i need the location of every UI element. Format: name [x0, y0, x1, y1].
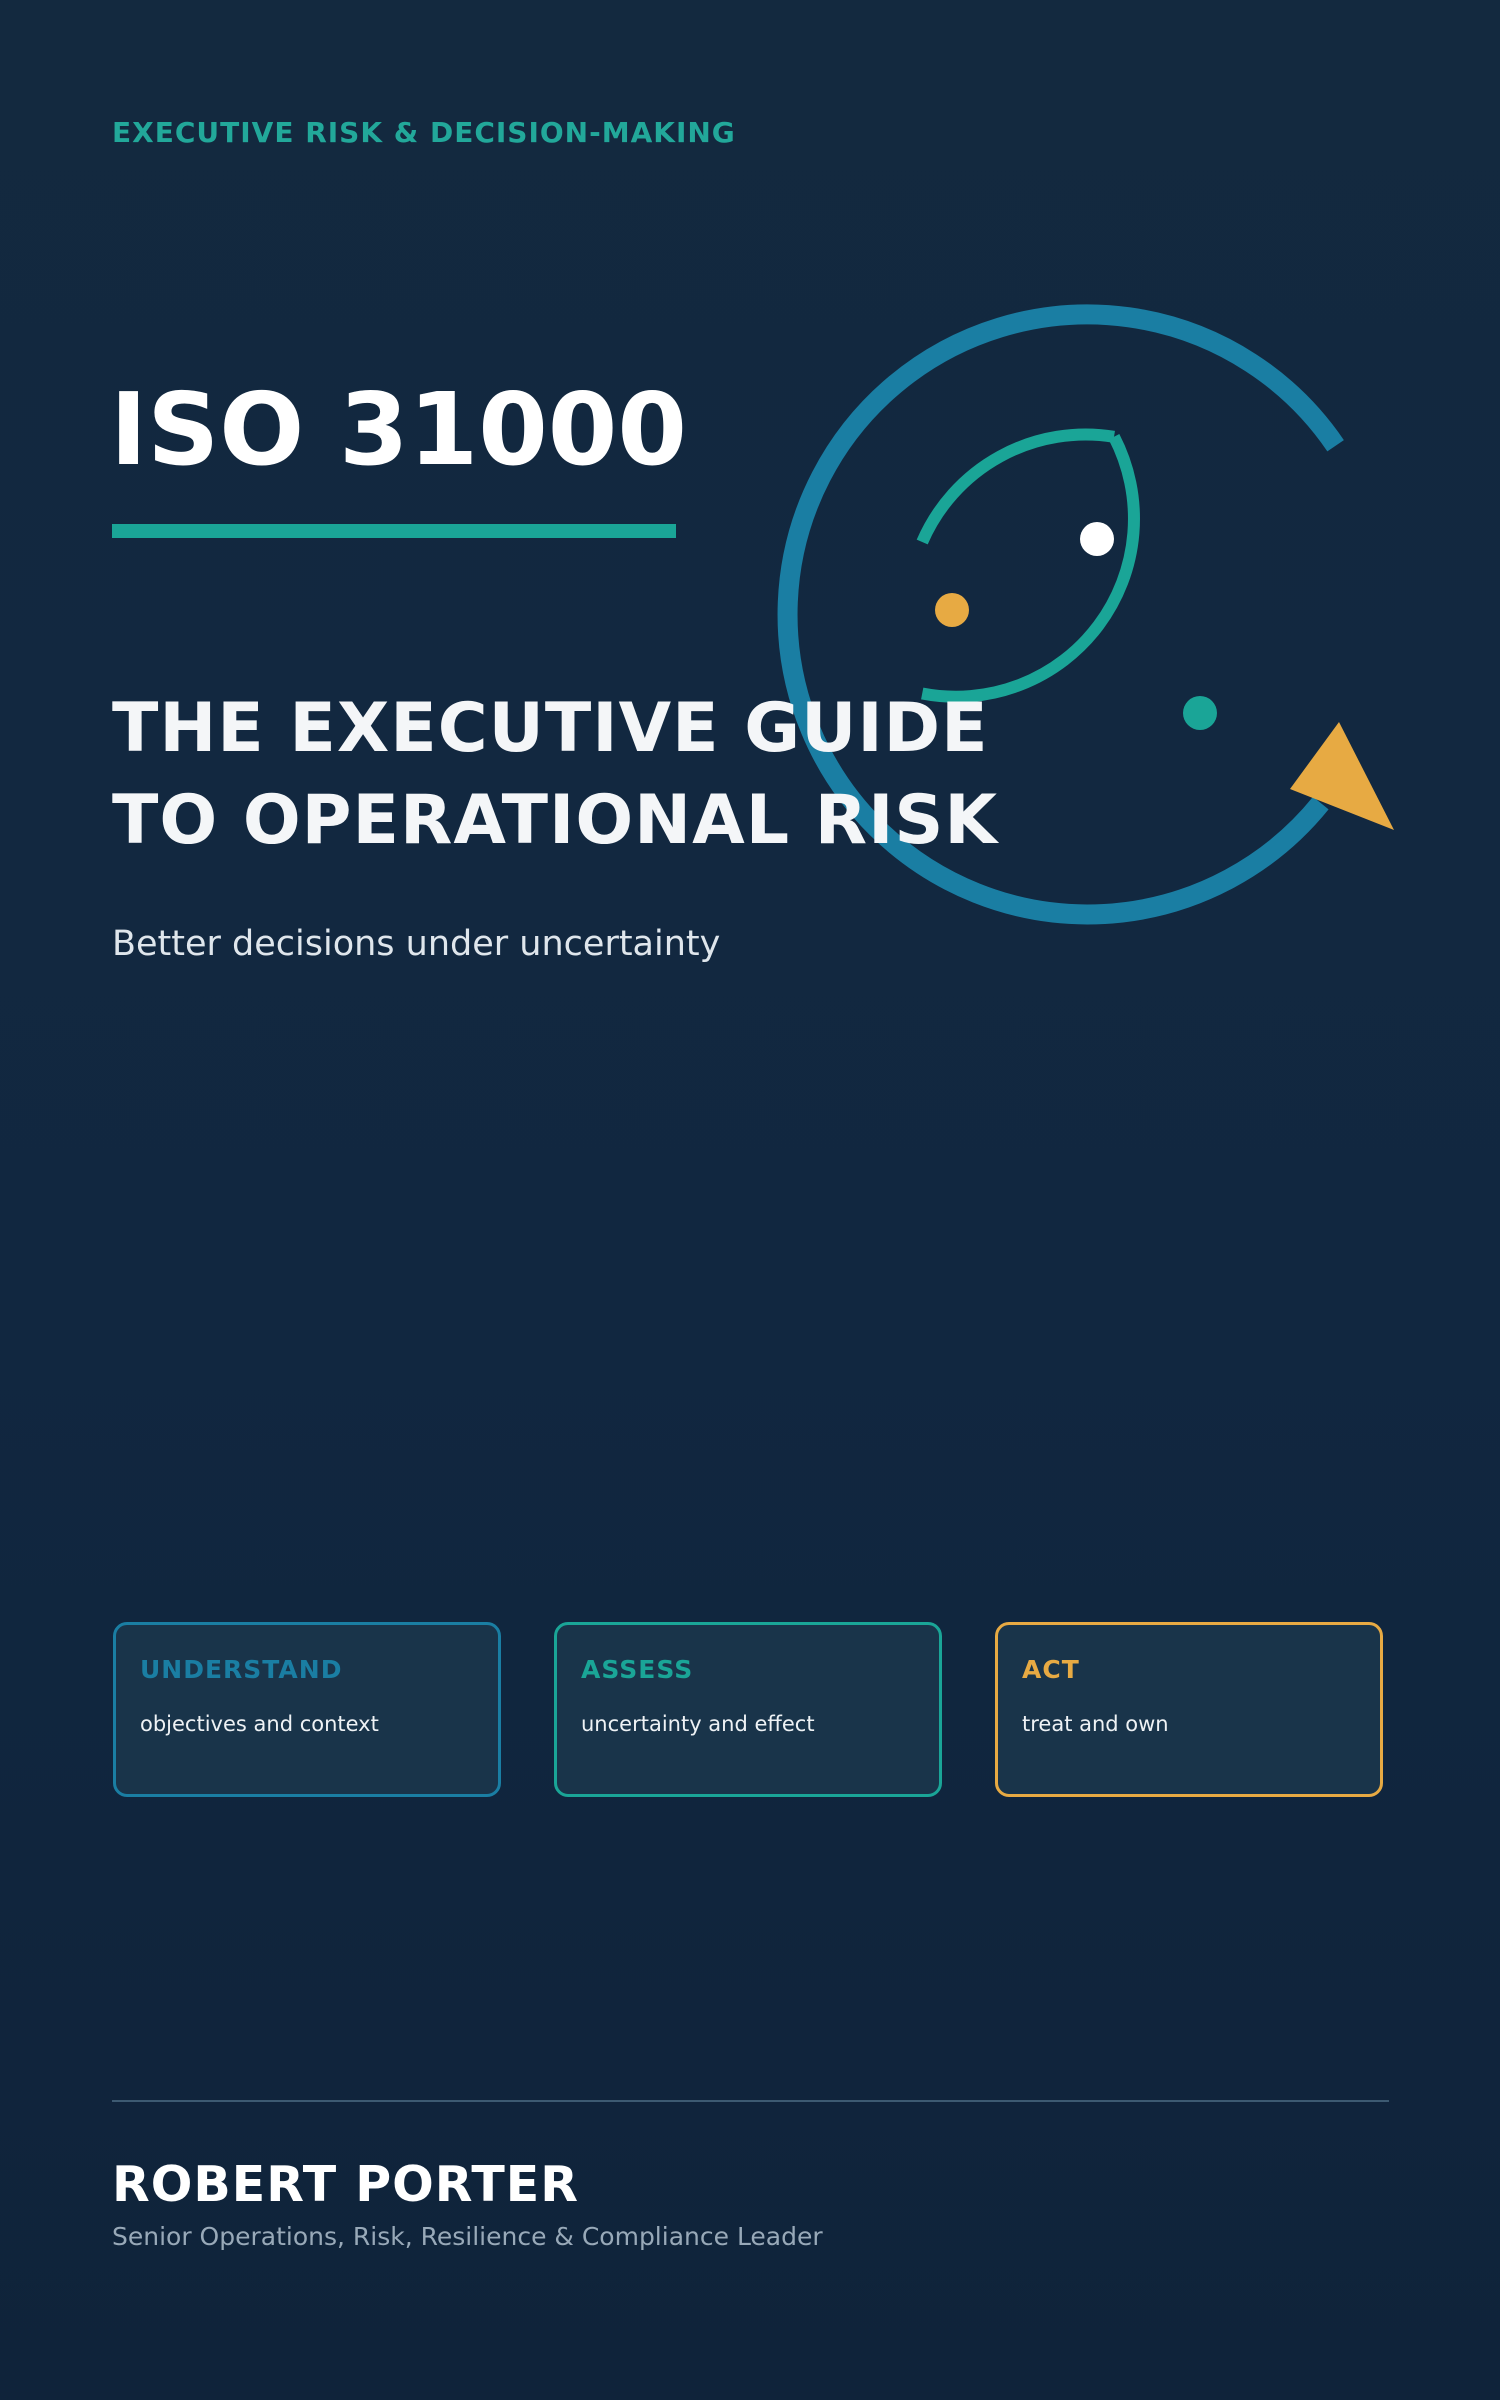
amber-dot — [935, 593, 969, 627]
pillar-description: treat and own — [1022, 1712, 1169, 1736]
main-title: ISO 31000 — [110, 371, 687, 488]
pillar-title: UNDERSTAND — [140, 1655, 343, 1684]
footer-divider — [112, 2100, 1389, 2102]
subtitle-line-2: TO OPERATIONAL RISK — [112, 781, 999, 860]
author-role: Senior Operations, Risk, Resilience & Co… — [112, 2222, 823, 2251]
inner-arc-top — [916, 428, 1115, 545]
title-underline — [112, 524, 676, 538]
pillar-description: objectives and context — [140, 1712, 379, 1736]
inner-arc-right — [921, 434, 1140, 703]
pillar-card-understand: UNDERSTAND objectives and context — [113, 1622, 501, 1797]
pillar-card-act: ACT treat and own — [995, 1622, 1383, 1797]
tagline: Better decisions under uncertainty — [112, 924, 721, 964]
white-dot — [1080, 522, 1114, 556]
pillar-description: uncertainty and effect — [581, 1712, 815, 1736]
author-name: ROBERT PORTER — [112, 2156, 579, 2213]
pillar-card-assess: ASSESS uncertainty and effect — [554, 1622, 942, 1797]
eyebrow-label: EXECUTIVE RISK & DECISION-MAKING — [112, 116, 736, 149]
pillar-title: ASSESS — [581, 1655, 694, 1684]
pillar-title: ACT — [1022, 1655, 1080, 1684]
teal-dot — [1183, 696, 1217, 730]
subtitle-line-1: THE EXECUTIVE GUIDE — [112, 689, 989, 768]
